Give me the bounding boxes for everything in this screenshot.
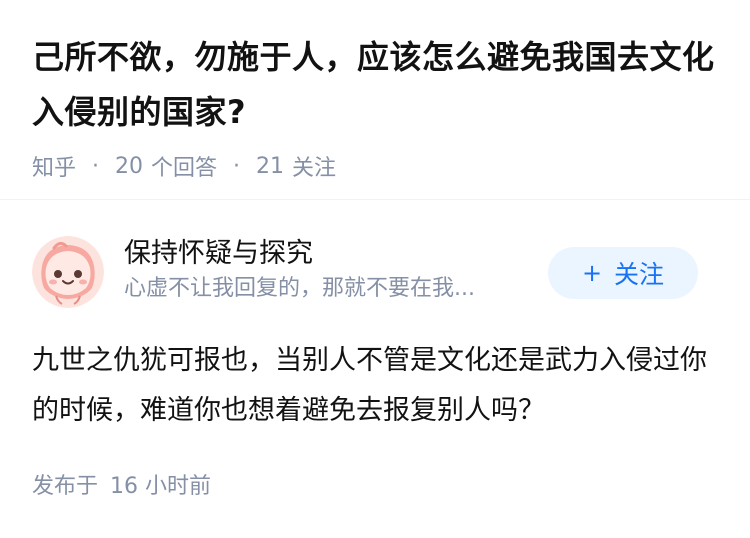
cartoon-avatar-icon <box>32 236 104 308</box>
author-info: 保持怀疑与探究 心虚不让我回复的，那就不要在我... <box>124 236 544 306</box>
author-row: 保持怀疑与探究 心虚不让我回复的，那就不要在我... + 关注 <box>32 236 702 310</box>
publish-label: 发布于 <box>32 474 99 499</box>
answer-content[interactable]: 九世之仇犹可报也，当别人不管是文化还是武力入侵过你的时候，难道你也想着避免去报复… <box>32 336 712 436</box>
follower-count: 21 <box>256 153 285 179</box>
author-bio: 心虚不让我回复的，那就不要在我... <box>124 276 475 301</box>
question-title[interactable]: 己所不欲，勿施于人，应该怎么避免我国去文化入侵别的国家? <box>32 30 722 140</box>
question-header: 己所不欲，勿施于人，应该怎么避免我国去文化入侵别的国家? 知乎 · 20 个回答… <box>32 30 722 182</box>
answer-count: 20 <box>115 153 144 179</box>
follower-count-label: 关注 <box>292 156 337 181</box>
avatar[interactable] <box>32 236 104 308</box>
source-label[interactable]: 知乎 <box>32 150 76 182</box>
publish-time-value: 16 小时前 <box>110 474 212 499</box>
answer-count-label: 个回答 <box>151 156 218 181</box>
follow-button-label: 关注 <box>614 260 665 289</box>
follow-button[interactable]: + 关注 <box>548 247 698 299</box>
publish-time: 发布于 16 小时前 <box>32 468 211 500</box>
meta-separator: · <box>92 153 100 179</box>
author-name[interactable]: 保持怀疑与探究 <box>124 236 544 272</box>
question-meta: 知乎 · 20 个回答 · 21 关注 <box>32 150 722 182</box>
section-divider <box>0 199 750 200</box>
meta-separator: · <box>233 153 241 179</box>
plus-icon: + <box>581 259 603 287</box>
